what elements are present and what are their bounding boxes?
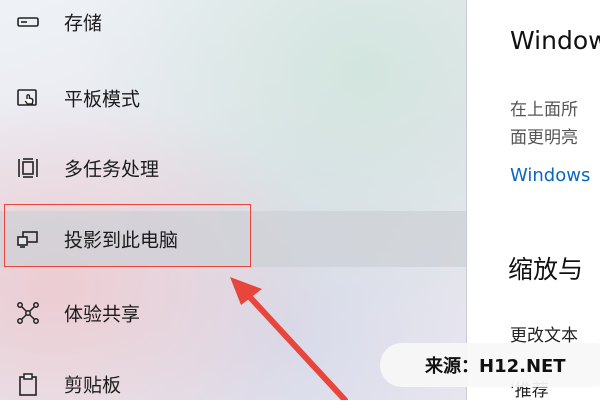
page-title: Window xyxy=(510,26,600,55)
project-to-pc-icon xyxy=(14,225,42,253)
shared-experiences-icon xyxy=(14,299,42,327)
sidebar-item-label: 平板模式 xyxy=(64,88,141,111)
sidebar-item-label: 投影到此电脑 xyxy=(64,229,179,252)
description-line-2: 面更明亮 xyxy=(510,128,578,148)
sidebar-item-storage[interactable]: 存储 xyxy=(0,0,466,50)
sidebar-item-label: 剪贴板 xyxy=(64,374,122,397)
sidebar-item-multitasking[interactable]: 多任务处理 xyxy=(0,140,466,196)
sidebar-item-shared-experiences[interactable]: 体验共享 xyxy=(0,285,466,341)
sidebar-item-project-to-pc[interactable]: 投影到此电脑 xyxy=(0,211,466,267)
description-line-1: 在上面所 xyxy=(510,100,578,120)
storage-icon xyxy=(14,8,42,36)
clipboard-icon xyxy=(14,370,42,398)
content-pane: Window 在上面所 面更明亮 Windows 缩放与 更改文本 '推荐 xyxy=(468,0,600,400)
windows-settings-link[interactable]: Windows xyxy=(510,165,590,186)
multitasking-icon xyxy=(14,154,42,182)
sidebar-item-tablet-mode[interactable]: 平板模式 xyxy=(0,70,466,126)
sidebar-item-label: 体验共享 xyxy=(64,303,141,326)
sidebar-item-label: 多任务处理 xyxy=(64,158,160,181)
watermark: 来源：H12.NET xyxy=(380,343,600,387)
settings-sidebar: 存储 平板模式 多任务处理 投影到此电脑 体验共享 剪贴板 xyxy=(0,0,467,400)
sidebar-item-label: 存储 xyxy=(64,12,103,35)
section-heading: 缩放与 xyxy=(508,255,584,284)
tablet-mode-icon xyxy=(14,84,42,112)
